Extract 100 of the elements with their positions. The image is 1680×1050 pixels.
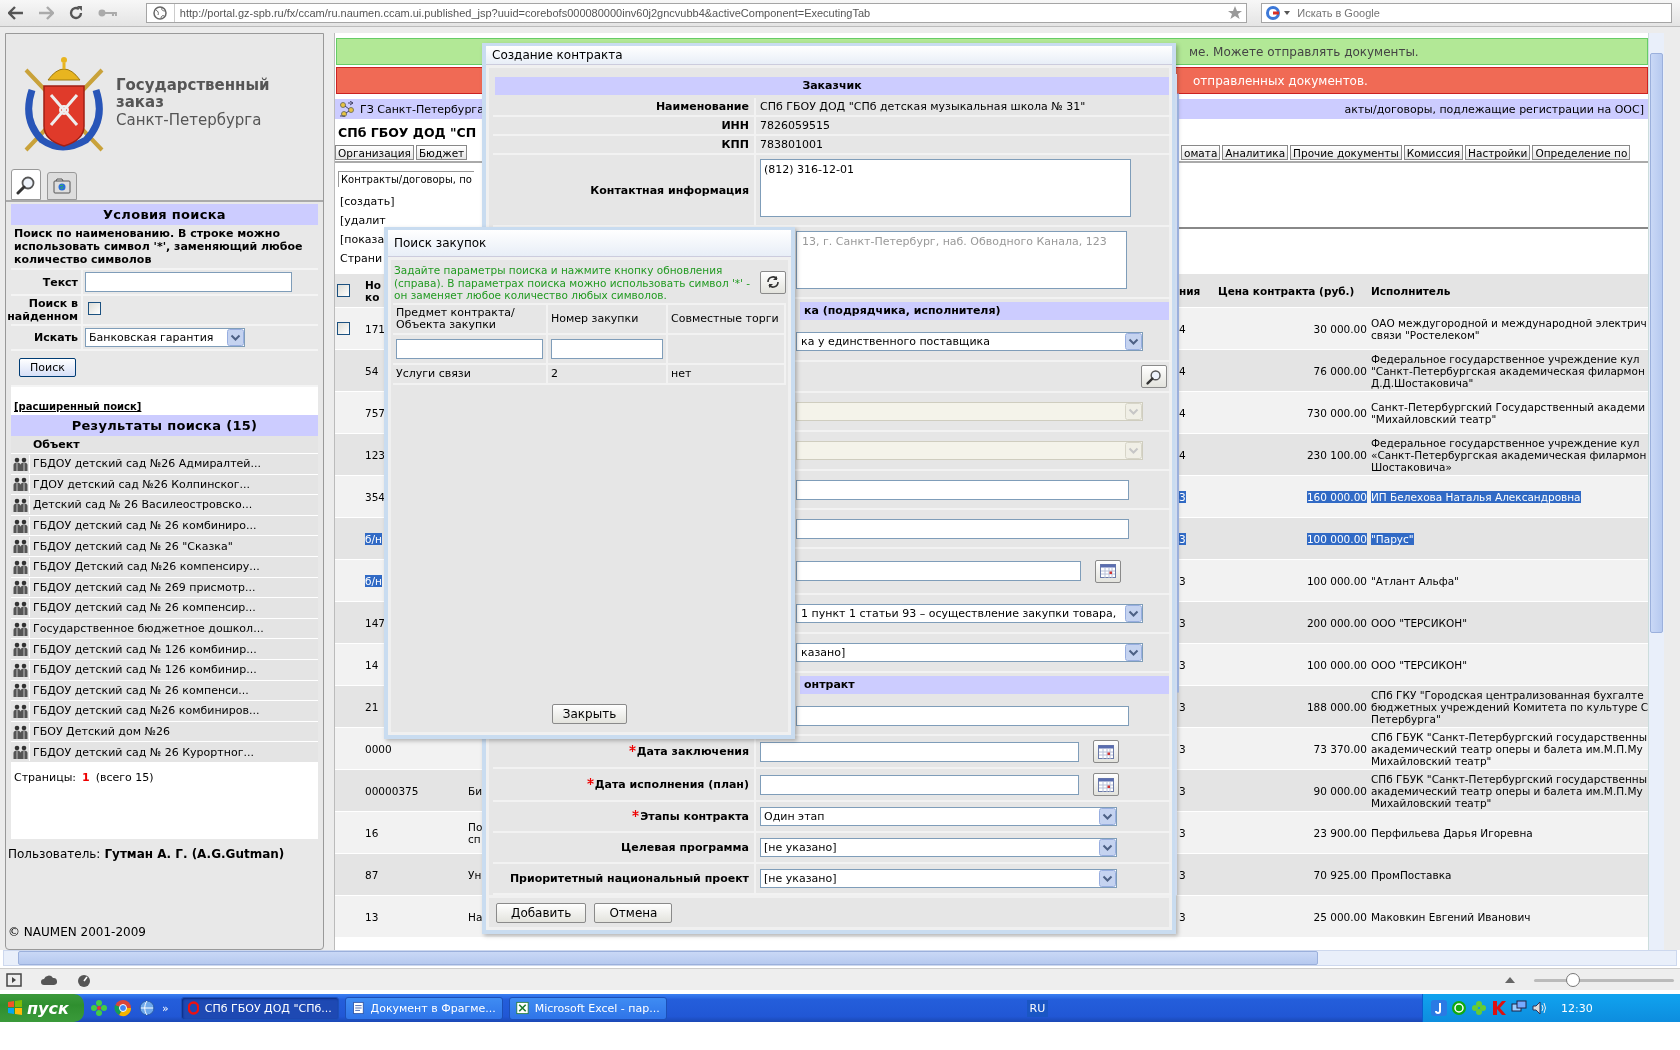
breadcrumb-link[interactable]: ГЗ Санкт-Петербурга (360, 102, 484, 116)
start-button[interactable]: пуск (0, 994, 84, 1022)
more-button[interactable]: » (162, 1001, 169, 1015)
hint-text: Поиск по наименованию. В строке можно использовать символ '*', заменяющий любое количество символов (11, 225, 318, 270)
table-cell-text: ОАО междугородной и международной электрич связи "Ростелеком" (1370, 315, 1648, 343)
key-icon[interactable] (97, 8, 118, 18)
tab[interactable]: Комиссия (1403, 145, 1464, 160)
scrollbar[interactable] (1648, 33, 1664, 950)
field-label: Целевая программа (621, 841, 749, 854)
required-icon (586, 778, 594, 785)
search-engine-icon[interactable] (1265, 5, 1292, 21)
hint-text: Задайте параметры поиска и нажмите кнопку обновления (справа). В параметрах поиска можно использовать символ '*' - он заменяет любое количество любых символов. (393, 263, 752, 303)
volume-icon[interactable] (1531, 1000, 1547, 1016)
tab[interactable]: Прочие документы (1290, 145, 1402, 160)
refresh-button[interactable] (760, 270, 786, 294)
cloud-icon[interactable] (40, 973, 58, 986)
scrollbar[interactable] (3, 950, 1677, 966)
text-field[interactable] (796, 518, 1129, 539)
taskbar-button[interactable]: Документ в Фрагме... (344, 996, 503, 1020)
forward-icon[interactable] (37, 6, 54, 20)
close-button[interactable]: Закрыть (551, 704, 628, 724)
page-link[interactable]: 1 (82, 770, 90, 784)
up-arrow-icon[interactable] (1504, 975, 1516, 984)
table-cell: Би (468, 784, 483, 797)
table-cell: 354 (365, 490, 386, 503)
calendar-button[interactable] (1093, 740, 1119, 763)
search-field[interactable]: Искать в Google (1261, 3, 1672, 23)
taskbar-button[interactable]: СПб ГБОУ ДОД "СПб... (180, 996, 339, 1020)
table-cell: 3 (1179, 826, 1186, 839)
globe-icon[interactable] (138, 999, 156, 1017)
checkbox[interactable] (337, 322, 350, 335)
dropdown[interactable]: ка у единственного поставщика (796, 332, 1143, 351)
reload-icon[interactable] (67, 5, 84, 21)
table-cell: 3 (1179, 700, 1186, 713)
table-cell[interactable]: Услуги связи (396, 367, 471, 380)
flower-icon[interactable] (90, 999, 108, 1017)
filter-field[interactable] (551, 338, 663, 359)
text-field[interactable] (85, 272, 292, 292)
search-button[interactable]: Поиск (19, 358, 76, 377)
field-value: СПб ГБОУ ДОД "СПб детская музыкальная школа № 31" (760, 100, 1086, 113)
target-icon[interactable] (1451, 1000, 1467, 1016)
section-header: онтракт (800, 676, 1169, 694)
zoom-slider[interactable] (1534, 972, 1674, 987)
caret-icon (1099, 808, 1116, 825)
text-field[interactable] (796, 705, 1129, 726)
dropdown[interactable]: Банковская гарантия (85, 328, 245, 347)
dialog-button[interactable]: Отмена (594, 903, 673, 923)
scrollbar[interactable] (1175, 74, 1177, 895)
caret-icon (1125, 403, 1142, 420)
copyright-text: © NAUMEN 2001-2009 (8, 925, 147, 939)
tab[interactable]: Бюджет (415, 145, 468, 160)
search-button[interactable] (1141, 365, 1167, 388)
dropdown[interactable]: [не указано] (760, 869, 1117, 888)
page-title: СПб ГБОУ ДОД "СП (338, 125, 477, 140)
calendar-button[interactable] (1095, 559, 1121, 583)
user-name: Гутман А. Г. (A.G.Gutman) (104, 847, 285, 861)
field-label: Приоритетный национальный проект (509, 872, 749, 885)
dropdown[interactable]: казано] (796, 643, 1143, 662)
dialog-button[interactable]: Добавить (496, 903, 587, 923)
field-value: 7826059515 (760, 119, 830, 132)
tab[interactable]: Аналитика (1222, 145, 1289, 160)
back-icon[interactable] (8, 6, 24, 20)
table-cell: 90 000.00 (1313, 784, 1367, 797)
taskbar-button[interactable]: Microsoft Excel - пар... (508, 996, 667, 1020)
star-icon[interactable] (1227, 5, 1244, 21)
action-link[interactable]: [показа (340, 233, 385, 246)
pages-total: (всего 15) (95, 770, 154, 784)
language-indicator[interactable]: RU (1026, 999, 1049, 1017)
dropdown[interactable]: 1 пункт 1 статьи 93 – осуществление закупки товара, (796, 604, 1143, 623)
dropdown[interactable]: Один этап (760, 807, 1117, 826)
table-cell: 23 900.00 (1313, 826, 1367, 839)
text-area[interactable]: (812) 316-12-01 (760, 159, 1131, 217)
network-icon (339, 101, 355, 117)
filter-field[interactable] (396, 338, 543, 359)
table-cell[interactable]: нет (671, 367, 692, 380)
checkbox[interactable] (337, 284, 350, 297)
action-link[interactable]: [удалит (340, 214, 386, 227)
advanced-search-link[interactable]: [расширенный поиск] (11, 387, 318, 415)
tab[interactable]: омата (1181, 145, 1221, 160)
action-link[interactable]: [создать] (340, 195, 395, 208)
caret-icon (1125, 333, 1142, 350)
date-field[interactable] (796, 561, 1081, 581)
panel-tab[interactable] (11, 169, 41, 200)
calendar-button[interactable] (1093, 773, 1119, 796)
tab[interactable]: Организация (335, 145, 414, 160)
browser-icon[interactable] (114, 999, 132, 1017)
gauge-icon[interactable] (76, 972, 92, 987)
update-icon[interactable] (1431, 1000, 1447, 1016)
tab[interactable]: Контракты/договоры, по (338, 171, 474, 187)
tab[interactable]: Настройки (1465, 145, 1531, 160)
date-field[interactable] (760, 741, 1079, 762)
date-field[interactable] (760, 774, 1079, 795)
dropdown[interactable]: [не указано] (760, 838, 1117, 857)
text-field[interactable] (796, 479, 1129, 500)
panel-icon[interactable] (6, 972, 22, 987)
table-cell: 76 000.00 (1313, 364, 1367, 377)
tab[interactable]: Определение по (1532, 145, 1631, 160)
address-bar[interactable]: http://portal.gz-spb.ru/fx/ccam/ru.naumen.ccam.ui.published_jsp?uuid=corebofs000080000inv60j2gncvubb4&activeComponent=ExecutingTab (145, 3, 1248, 23)
table-cell[interactable]: 2 (551, 367, 558, 380)
checkbox[interactable] (88, 302, 101, 315)
